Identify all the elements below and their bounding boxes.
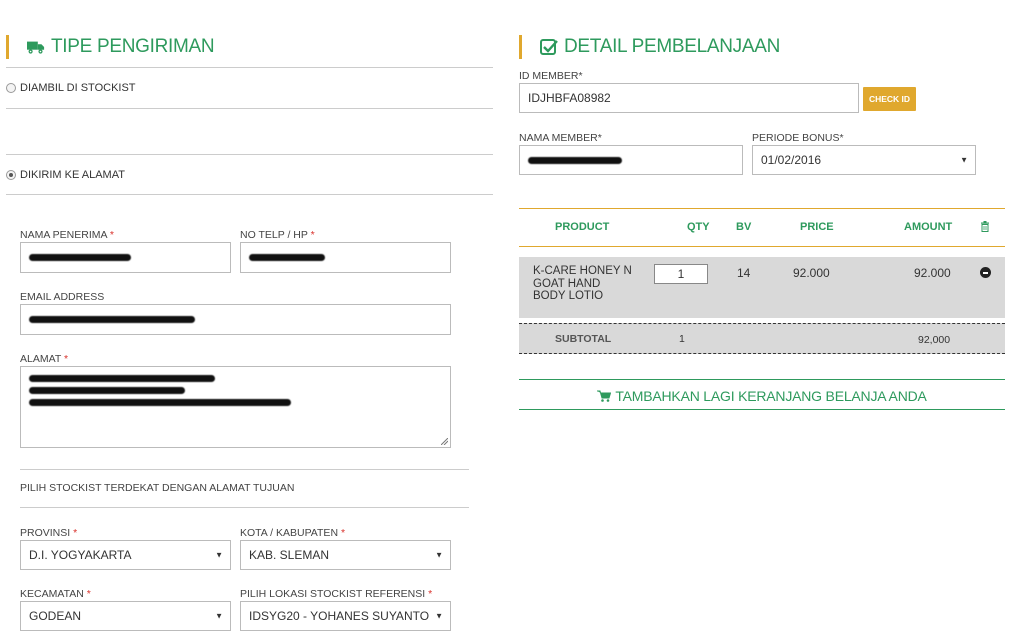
divider [20, 469, 469, 470]
caret-down-icon: ▼ [215, 611, 223, 621]
stockist-ref-label: PILIH LOKASI STOCKIST REFERENSI * [240, 588, 433, 600]
check-square-icon [540, 39, 558, 55]
divider [6, 108, 493, 109]
subtotal-label: SUBTOTAL [555, 333, 612, 345]
col-bv: BV [736, 221, 752, 233]
pickup-label: DIAMBIL DI STOCKIST [20, 82, 136, 94]
add-more-label: TAMBAHKAN LAGI KERANJANG BELANJA ANDA [615, 388, 927, 404]
product-name: K-CARE HONEY N GOAT HAND BODY LOTIO [533, 265, 632, 302]
price-value: 92.000 [793, 266, 830, 280]
caret-down-icon: ▼ [215, 550, 223, 560]
email-input[interactable] [20, 304, 451, 335]
col-qty: QTY [687, 221, 710, 233]
subtotal-qty: 1 [679, 333, 685, 345]
recipient-name-input[interactable] [20, 242, 231, 273]
col-product: PRODUCT [555, 221, 610, 233]
redacted-value [29, 316, 195, 323]
option-delivery[interactable]: DIKIRIM KE ALAMAT [6, 169, 125, 181]
shipping-title: TIPE PENGIRIMAN [51, 36, 215, 57]
district-label: KECAMATAN * [20, 588, 91, 600]
bv-value: 14 [737, 266, 751, 280]
delivery-label: DIKIRIM KE ALAMAT [20, 169, 125, 181]
caret-down-icon: ▼ [435, 550, 443, 560]
add-cart-bottom-border [519, 409, 1005, 410]
option-pickup[interactable]: DIAMBIL DI STOCKIST [6, 82, 136, 94]
shipping-section-header: TIPE PENGIRIMAN [6, 35, 215, 59]
redacted-value [29, 387, 185, 394]
minus-circle-icon[interactable] [980, 267, 991, 278]
district-select[interactable]: GODEAN ▼ [20, 601, 231, 631]
cart-icon [597, 390, 612, 402]
city-select[interactable]: KAB. SLEMAN ▼ [240, 540, 451, 570]
caret-down-icon: ▼ [960, 155, 968, 165]
table-top-border [519, 208, 1005, 209]
member-name-label: NAMA MEMBER* [519, 132, 602, 144]
province-label: PROVINSI * [20, 527, 78, 539]
subtotal-amount: 92,000 [918, 334, 951, 346]
phone-label: NO TELP / HP * [240, 229, 315, 241]
stockist-ref-select[interactable]: IDSYG20 - YOHANES SUYANTO ▼ [240, 601, 451, 631]
member-id-input[interactable]: IDJHBFA08982 [519, 83, 859, 113]
stockist-heading: PILIH STOCKIST TERDEKAT DENGAN ALAMAT TU… [20, 482, 295, 494]
redacted-value [249, 254, 325, 261]
pickup-radio[interactable] [6, 83, 16, 93]
col-price: PRICE [800, 221, 834, 233]
check-id-button[interactable]: CHECK ID [863, 87, 916, 111]
add-more-to-cart-button[interactable]: TAMBAHKAN LAGI KERANJANG BELANJA ANDA [519, 385, 1005, 407]
member-name-input[interactable] [519, 145, 743, 175]
divider [6, 154, 493, 155]
divider [20, 507, 469, 508]
trash-icon[interactable] [980, 221, 990, 232]
delivery-radio[interactable] [6, 170, 16, 180]
city-label: KOTA / KABUPATEN * [240, 527, 346, 539]
detail-title: DETAIL PEMBELANJAAN [564, 36, 781, 57]
member-id-label: ID MEMBER* [519, 70, 583, 82]
col-amount: AMOUNT [904, 221, 953, 233]
redacted-value [29, 254, 131, 261]
phone-input[interactable] [240, 242, 451, 273]
table-header-border [519, 246, 1005, 247]
truck-icon [27, 41, 45, 54]
province-select[interactable]: D.I. YOGYAKARTA ▼ [20, 540, 231, 570]
resize-handle-icon[interactable] [441, 438, 448, 445]
address-label: ALAMAT * [20, 353, 69, 365]
amount-value: 92.000 [914, 266, 951, 280]
address-textarea[interactable] [20, 366, 451, 448]
redacted-value [528, 156, 622, 164]
qty-input[interactable]: 1 [654, 264, 708, 284]
detail-section-header: DETAIL PEMBELANJAAN [519, 35, 780, 59]
add-cart-top-border [519, 379, 1005, 380]
recipient-name-label: NAMA PENERIMA * [20, 229, 114, 241]
bonus-period-select[interactable]: 01/02/2016 ▼ [752, 145, 976, 175]
bonus-period-label: PERIODE BONUS* [752, 132, 844, 144]
email-label: EMAIL ADDRESS [20, 291, 105, 303]
divider [6, 194, 493, 195]
redacted-value [29, 375, 215, 382]
redacted-value [29, 399, 291, 406]
divider [6, 67, 493, 68]
caret-down-icon: ▼ [435, 611, 443, 621]
